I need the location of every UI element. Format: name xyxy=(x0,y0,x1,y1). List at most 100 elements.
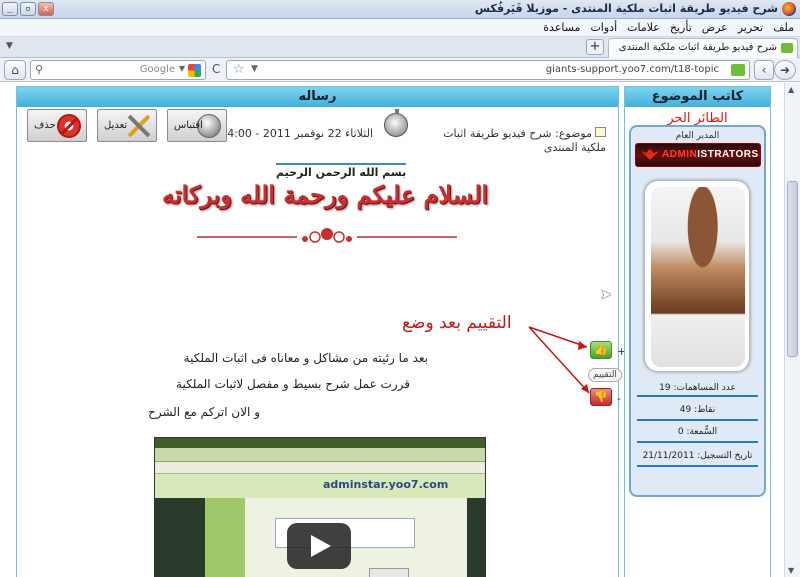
tab-current[interactable]: شرح فيديو طريقة اثبات ملكية المنتدى xyxy=(608,38,798,58)
edit-tools-icon xyxy=(127,114,151,138)
stat-registered: تاريخ التسجيل: 21/11/2011 xyxy=(642,451,753,461)
edit-button[interactable]: تعديل xyxy=(97,109,157,142)
author-panel: كاتب الموضوع الطائر الحر المدير العام AD… xyxy=(624,86,771,577)
navigation-toolbar: ➜ ‹ giants-support.yoo7.com/t18-topic ▼ … xyxy=(0,58,800,82)
scrollbar-thumb[interactable] xyxy=(787,181,798,357)
scroll-up-icon[interactable]: ▲ xyxy=(788,85,794,94)
message-header: رساله xyxy=(17,87,618,107)
stat-points: نقاط: 49 xyxy=(679,405,716,415)
search-icon[interactable]: ⚲ xyxy=(35,63,43,76)
arrow-forward-icon: ‹ xyxy=(761,63,767,77)
author-card: المدير العام ADMINISTRATORS عدد المساهما… xyxy=(629,125,766,497)
clock-icon xyxy=(384,109,408,137)
post-line-1: بعد ما رئيته من مشاكل و معاناه فى اثبات … xyxy=(183,351,428,365)
window-title-bar: _ ▫ x شرح فيديو طريقة اثبات ملكية المنتد… xyxy=(0,0,800,19)
arrow-back-icon: ➜ xyxy=(779,63,791,77)
rating-annotation: التقييم بعد وضع xyxy=(402,313,512,333)
window-title: شرح فيديو طريقة اثبات ملكية المنتدى - مو… xyxy=(474,2,778,15)
url-text: giants-support.yoo7.com/t18-topic xyxy=(545,64,719,75)
bookmark-star-icon[interactable]: ☆ xyxy=(233,62,245,77)
post-date: الثلاثاء 22 نوفمبر 2011 - 4:00 xyxy=(227,127,373,140)
thumb-site-name: adminstar.yoo7.com xyxy=(323,478,449,491)
delete-icon xyxy=(57,114,81,138)
quote-label: اقتباس xyxy=(174,120,203,131)
menu-tools[interactable]: أدوات xyxy=(590,21,617,34)
site-favicon-icon xyxy=(781,43,793,53)
menu-bar: ملف تحرير عرض تأريخ علامات أدوات مساعدة xyxy=(0,19,800,37)
basmala-text: بسم الله الرحمن الرحيم xyxy=(276,163,407,179)
back-button[interactable]: ➜ xyxy=(774,60,796,80)
url-history-chevron-down-icon[interactable]: ▼ xyxy=(251,64,258,74)
thumb-sidebar xyxy=(205,498,245,577)
thumbs-up-button[interactable]: 👍 xyxy=(590,341,612,359)
forward-button[interactable]: ‹ xyxy=(754,60,774,80)
engine-chevron-down-icon[interactable]: ▼ xyxy=(179,64,185,73)
divider xyxy=(637,465,758,467)
menu-history[interactable]: تأريخ xyxy=(670,21,692,34)
new-tab-button[interactable]: + xyxy=(586,39,604,55)
menu-help[interactable]: مساعدة xyxy=(543,21,580,34)
menu-view[interactable]: عرض xyxy=(702,21,728,34)
thumb-titlebar xyxy=(155,438,485,448)
maximize-button[interactable]: ▫ xyxy=(20,2,36,16)
edit-label: تعديل xyxy=(104,120,128,131)
menu-edit[interactable]: تحرير xyxy=(738,21,763,34)
thumb-site-banner: adminstar.yoo7.com xyxy=(155,474,485,498)
thumb-toolbar xyxy=(155,448,485,462)
avatar-photo xyxy=(651,187,745,367)
stat-posts: عدد المساهمات: 19 xyxy=(659,383,736,393)
thumbs-up-icon: 👍 xyxy=(594,343,608,356)
author-role: المدير العام xyxy=(675,131,720,141)
home-icon: ⌂ xyxy=(11,63,19,77)
author-header: كاتب الموضوع xyxy=(625,87,770,107)
menu-file[interactable]: ملف xyxy=(773,21,794,34)
tab-list-chevron-down-icon[interactable]: ▼ xyxy=(6,41,13,51)
url-bar[interactable]: giants-support.yoo7.com/t18-topic ▼ ☆ xyxy=(226,60,750,80)
wings-icon xyxy=(641,149,659,160)
minimize-button[interactable]: _ xyxy=(2,2,18,16)
thumbs-down-icon: 👎 xyxy=(594,390,608,403)
mouse-cursor-icon: ➤ xyxy=(600,287,612,303)
firefox-icon xyxy=(782,2,796,16)
divider xyxy=(637,395,758,397)
message-panel: رساله اقتباس تعديل حذف موضوع: شرح فيديو … xyxy=(16,86,626,577)
greeting-banner: السلام عليكم ورحمة الله وبركاته xyxy=(162,180,489,209)
close-button[interactable]: x xyxy=(38,2,54,16)
post-line-2: قررت عمل شرح بسيط و مفصل لاثبات الملكية xyxy=(176,377,410,391)
quote-button[interactable]: اقتباس xyxy=(167,109,227,142)
rank-text: ADMINISTRATORS xyxy=(662,149,759,160)
tab-label: شرح فيديو طريقة اثبات ملكية المنتدى xyxy=(618,42,777,53)
thumb-button xyxy=(369,568,409,577)
play-button-icon[interactable] xyxy=(287,523,351,569)
post-icon xyxy=(595,127,606,137)
thumbs-down-button[interactable]: 👎 xyxy=(590,388,612,406)
video-thumbnail[interactable]: adminstar.yoo7.com xyxy=(154,437,486,577)
rating-label: التقييم xyxy=(588,368,622,382)
window-controls: _ ▫ x xyxy=(2,2,54,16)
delete-label: حذف xyxy=(34,120,56,131)
rank-text-suffix: ISTRATORS xyxy=(697,149,759,160)
rating-minus: - xyxy=(617,392,621,405)
avatar[interactable] xyxy=(644,180,750,372)
search-placeholder: Google xyxy=(139,64,175,75)
rank-text-prefix: ADMIN xyxy=(662,149,698,160)
home-button[interactable]: ⌂ xyxy=(4,60,26,80)
tab-strip: شرح فيديو طريقة اثبات ملكية المنتدى + ▼ xyxy=(0,37,800,58)
reload-icon[interactable]: C xyxy=(212,62,220,76)
thumb-addressbar xyxy=(155,462,485,474)
post-line-3: و الان اتركم مع الشرح xyxy=(148,405,260,419)
google-engine-icon[interactable] xyxy=(188,64,201,77)
delete-button[interactable]: حذف xyxy=(27,109,87,142)
divider xyxy=(637,441,758,443)
scroll-down-icon[interactable]: ▼ xyxy=(788,566,794,575)
stat-reputation: السٌّمعة: 0 xyxy=(677,427,718,437)
author-name[interactable]: الطائر الحر xyxy=(625,107,770,126)
vertical-scrollbar[interactable]: ▲ ▼ xyxy=(784,83,800,577)
topic-title: موضوع: شرح فيديو طريقة اثبات ملكية المنت… xyxy=(436,127,606,155)
site-identity-icon xyxy=(731,64,745,76)
search-bar[interactable]: ▼ Google ⚲ xyxy=(30,60,206,80)
menu-bookmarks[interactable]: علامات xyxy=(627,21,660,34)
topic-text: موضوع: شرح فيديو طريقة اثبات ملكية المنت… xyxy=(443,127,606,154)
ornament-divider xyxy=(197,228,457,243)
divider xyxy=(637,419,758,421)
